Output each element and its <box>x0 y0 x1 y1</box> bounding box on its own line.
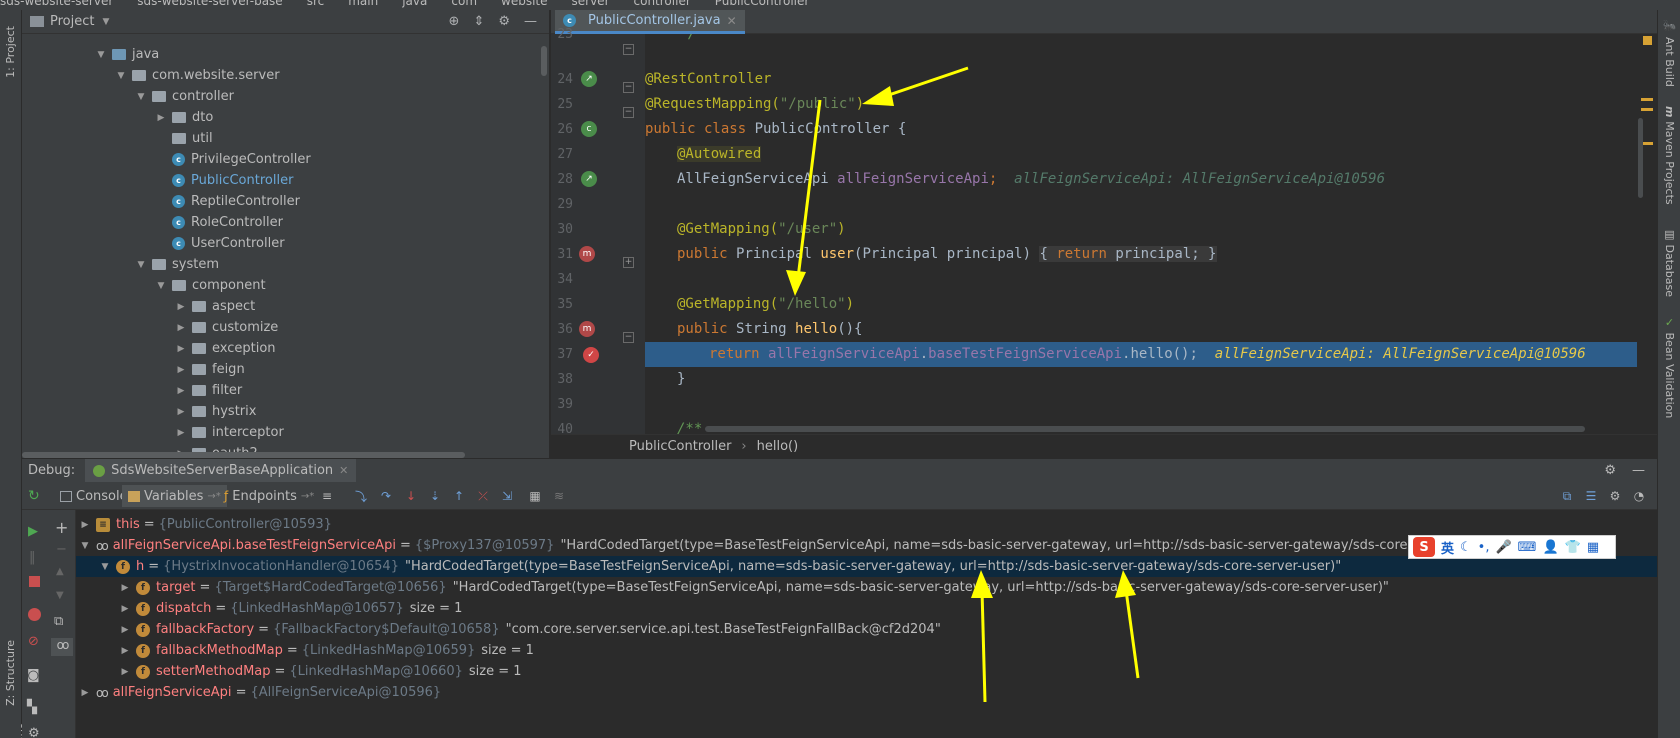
arrowhead <box>862 86 894 106</box>
arrow-to-core-server <box>1124 589 1140 679</box>
arrowhead <box>1115 570 1136 598</box>
arrow-to-gateway-name <box>980 589 987 703</box>
arrowhead <box>786 270 806 296</box>
arrowhead <box>971 570 993 598</box>
arrow-to-hello-mapping <box>796 99 822 279</box>
annotation-arrows <box>786 66 1140 703</box>
arrow-to-request-mapping <box>879 66 969 100</box>
